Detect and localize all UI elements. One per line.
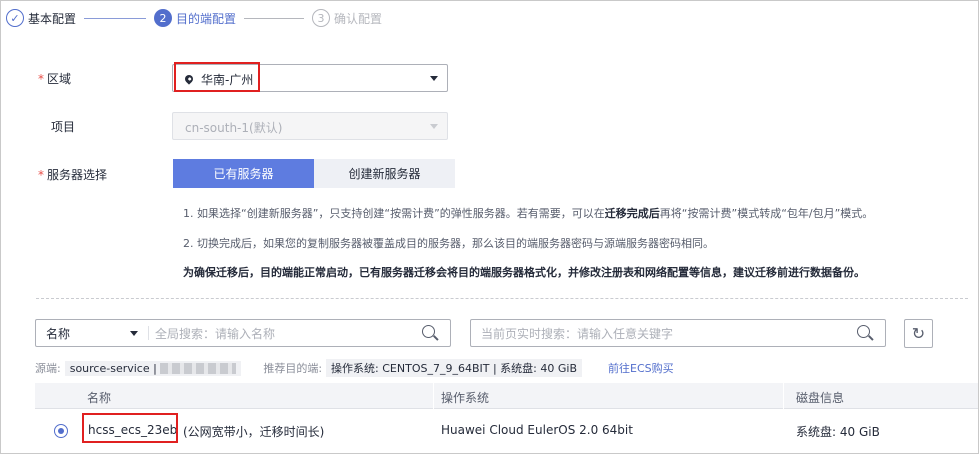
chevron-down-icon (130, 331, 138, 336)
column-divider (783, 383, 784, 409)
step-label: 目的端配置 (176, 11, 237, 26)
project-label: 项目 (51, 120, 76, 134)
backup-warning: 为确保迁移后，目的端能正常启动，已有服务器迁移会将目的端服务器格式化，并修改注册… (183, 266, 865, 279)
step-confirm-config[interactable]: 3 确认配置 (312, 9, 382, 27)
global-search: 名称 全局搜索：请输入名称 (35, 319, 451, 347)
filter-key-select[interactable]: 名称 (36, 320, 148, 346)
search-icon[interactable] (420, 323, 440, 343)
server-disk: 系统盘: 40 GiB (796, 425, 880, 439)
step-number: 3 (312, 9, 331, 27)
check-icon: ✓ (6, 9, 24, 27)
step-destination-config[interactable]: 2 目的端配置 (154, 9, 236, 27)
note-1: 1. 如果选择“创建新服务器”，只支持创建“按需计费”的弹性服务器。若有需要，可… (183, 207, 874, 220)
region-label: * 区域 (38, 72, 72, 86)
step-label: 确认配置 (334, 11, 383, 26)
project-value: cn-south-1(默认) (185, 121, 283, 135)
global-search-input[interactable]: 全局搜索：请输入名称 (149, 325, 420, 342)
row-radio[interactable] (54, 424, 68, 438)
table-row[interactable]: hcss_ecs_23eb (公网宽带小，迁移时间长) Huawei Cloud… (35, 409, 978, 453)
col-disk[interactable]: 磁盘信息 (796, 389, 844, 406)
wizard-steps: ✓ 基本配置 2 目的端配置 3 确认配置 (6, 8, 382, 28)
chevron-down-icon (430, 124, 438, 129)
col-os[interactable]: 操作系统 (441, 389, 489, 406)
buy-ecs-link[interactable]: 前往ECS购买 (608, 360, 674, 376)
required-mark: * (38, 168, 44, 182)
table-header: 名称 操作系统 磁盘信息 (35, 383, 978, 409)
search-icon[interactable] (855, 323, 875, 343)
step-basic-config[interactable]: ✓ 基本配置 (6, 9, 76, 27)
refresh-icon: ↻ (911, 324, 926, 343)
project-select: cn-south-1(默认) (172, 112, 448, 140)
existing-server-button[interactable]: 已有服务器 (173, 159, 314, 188)
source-info: 源端: source-service | 推荐目的端: 操作系统: CENTOS… (35, 359, 674, 377)
page-search: 当前页实时搜索：请输入任意关键字 (470, 319, 886, 347)
col-name[interactable]: 名称 (87, 389, 111, 406)
source-tag: source-service | (64, 360, 242, 376)
step-divider (84, 17, 147, 19)
divider (36, 298, 968, 299)
redacted-ip (160, 363, 237, 374)
server-select-toggle: 已有服务器 创建新服务器 (173, 159, 455, 188)
server-name-note: (公网宽带小，迁移时间长) (183, 425, 325, 439)
step-divider (244, 17, 305, 19)
required-mark: * (38, 72, 44, 86)
step-number: 2 (154, 9, 173, 27)
create-server-button[interactable]: 创建新服务器 (314, 159, 455, 188)
highlight-box (174, 62, 260, 92)
server-os: Huawei Cloud EulerOS 2.0 64bit (441, 423, 633, 437)
page-search-input[interactable]: 当前页实时搜索：请输入任意关键字 (471, 325, 855, 342)
note-2: 2. 切换完成后，如果您的复制服务器被覆盖成目的服务器，那么该目的端服务器密码与… (183, 237, 714, 250)
refresh-button[interactable]: ↻ (904, 319, 933, 348)
step-label: 基本配置 (28, 11, 77, 26)
highlight-box (82, 413, 178, 443)
chevron-down-icon (430, 76, 438, 81)
recommend-tag: 操作系统: CENTOS_7_9_64BIT | 系统盘: 40 GiB (326, 359, 582, 377)
column-divider (433, 383, 434, 409)
server-select-label: * 服务器选择 (38, 168, 108, 182)
